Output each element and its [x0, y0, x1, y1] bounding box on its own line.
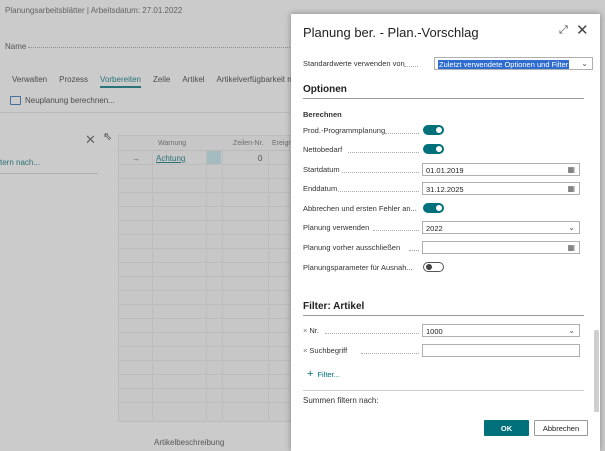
toggle-knob — [436, 127, 442, 133]
chevron-down-icon: ⌄ — [568, 223, 575, 232]
defaults-label: Standardwerte verwenden von — [303, 59, 405, 68]
net-demand-label: Nettobedarf — [303, 145, 343, 154]
plus-icon: + — [307, 368, 314, 380]
calc-subtitle: Berechnen — [303, 110, 342, 119]
end-date-row: Enddatum 31.12.2025 ▦ — [303, 182, 583, 196]
dotted-leader — [361, 353, 419, 354]
expand-icon[interactable]: ⤢ — [559, 24, 568, 37]
dotted-leader — [348, 152, 419, 153]
defaults-select[interactable]: Zuletzt verwendete Optionen und Filter ⌄ — [434, 57, 593, 70]
filter-rule — [303, 315, 584, 316]
filter-search-label-wrap: × Suchbegriff — [303, 346, 347, 355]
defaults-value: Zuletzt verwendete Optionen und Filter — [438, 60, 570, 69]
chevron-down-icon: ⌄ — [568, 326, 575, 335]
dotted-leader — [325, 333, 419, 334]
plan-params-toggle[interactable] — [423, 262, 444, 272]
chevron-down-icon: ⌄ — [581, 59, 588, 68]
scrollbar[interactable] — [594, 330, 599, 420]
dotted-leader — [385, 133, 419, 134]
net-demand-row: Nettobedarf — [303, 143, 583, 157]
filter-no-select[interactable]: 1000 ⌄ — [422, 324, 580, 337]
plan-params-row: Planungsparameter für Ausnah... — [303, 261, 583, 275]
sum-rule — [303, 390, 584, 391]
filter-no-label-wrap: × Nr. — [303, 326, 319, 335]
exclude-plan-field[interactable]: ▦ — [422, 241, 580, 254]
add-filter-label: Filter... — [317, 369, 340, 379]
start-date-field[interactable]: 01.01.2019 ▦ — [422, 163, 580, 176]
planning-dialog: Planung ber. - Plan.-Vorschlag ⤢ ✕ Stand… — [291, 14, 600, 451]
calendar-icon[interactable]: ▦ — [567, 184, 575, 193]
dialog-footer: OK Abbrechen — [291, 412, 600, 451]
filter-search-row: × Suchbegriff — [303, 344, 583, 358]
prod-program-toggle[interactable] — [423, 125, 444, 135]
filter-title: Filter: Artikel — [303, 301, 365, 312]
dotted-leader — [404, 66, 418, 67]
exclude-plan-row: Planung vorher ausschließen ▦ — [303, 241, 583, 255]
dotted-leader — [409, 250, 419, 251]
add-filter-link[interactable]: + Filter... — [307, 368, 340, 380]
toggle-knob — [436, 146, 442, 152]
remove-filter-icon[interactable]: × — [303, 346, 307, 355]
filter-no-row: × Nr. 1000 ⌄ — [303, 324, 583, 338]
close-icon[interactable]: ✕ — [576, 21, 589, 39]
filter-no-value: 1000 — [426, 327, 443, 336]
dotted-leader — [342, 172, 419, 173]
calendar-icon[interactable]: ▦ — [567, 243, 575, 252]
end-date-label: Enddatum — [303, 184, 338, 193]
plan-params-label: Planungsparameter für Ausnah... — [303, 263, 413, 272]
toggle-knob — [436, 205, 442, 211]
cancel-button[interactable]: Abbrechen — [534, 420, 588, 436]
start-date-label: Startdatum — [303, 165, 340, 174]
abort-error-row: Abbrechen und ersten Fehler an... — [303, 202, 583, 216]
dialog-title: Planung ber. - Plan.-Vorschlag — [303, 25, 479, 40]
abort-error-label: Abbrechen und ersten Fehler an... — [303, 204, 417, 213]
use-plan-label: Planung verwenden — [303, 223, 370, 232]
net-demand-toggle[interactable] — [423, 144, 444, 154]
start-date-row: Startdatum 01.01.2019 ▦ — [303, 163, 583, 177]
filter-search-field[interactable] — [422, 344, 580, 357]
filter-no-label: Nr. — [309, 326, 319, 335]
filter-search-label: Suchbegriff — [309, 346, 348, 355]
remove-filter-icon[interactable]: × — [303, 326, 307, 335]
dotted-leader — [338, 191, 419, 192]
ok-button[interactable]: OK — [484, 420, 529, 436]
defaults-row: Standardwerte verwenden von Zuletzt verw… — [303, 57, 593, 71]
use-plan-value: 2022 — [426, 224, 443, 233]
options-title: Optionen — [303, 84, 347, 95]
calendar-icon[interactable]: ▦ — [567, 165, 575, 174]
exclude-plan-label: Planung vorher ausschließen — [303, 243, 401, 252]
use-plan-select[interactable]: 2022 ⌄ — [422, 221, 580, 234]
dotted-leader — [373, 230, 419, 231]
prod-program-label: Prod.-Programmplanung — [303, 126, 386, 135]
abort-error-toggle[interactable] — [423, 203, 444, 213]
options-rule — [303, 98, 584, 99]
toggle-knob — [426, 264, 432, 270]
prod-program-row: Prod.-Programmplanung — [303, 124, 583, 138]
use-plan-row: Planung verwenden 2022 ⌄ — [303, 221, 583, 235]
end-date-value: 31.12.2025 — [426, 185, 464, 194]
sum-title: Summen filtern nach: — [303, 396, 379, 405]
start-date-value: 01.01.2019 — [426, 166, 464, 175]
end-date-field[interactable]: 31.12.2025 ▦ — [422, 182, 580, 195]
